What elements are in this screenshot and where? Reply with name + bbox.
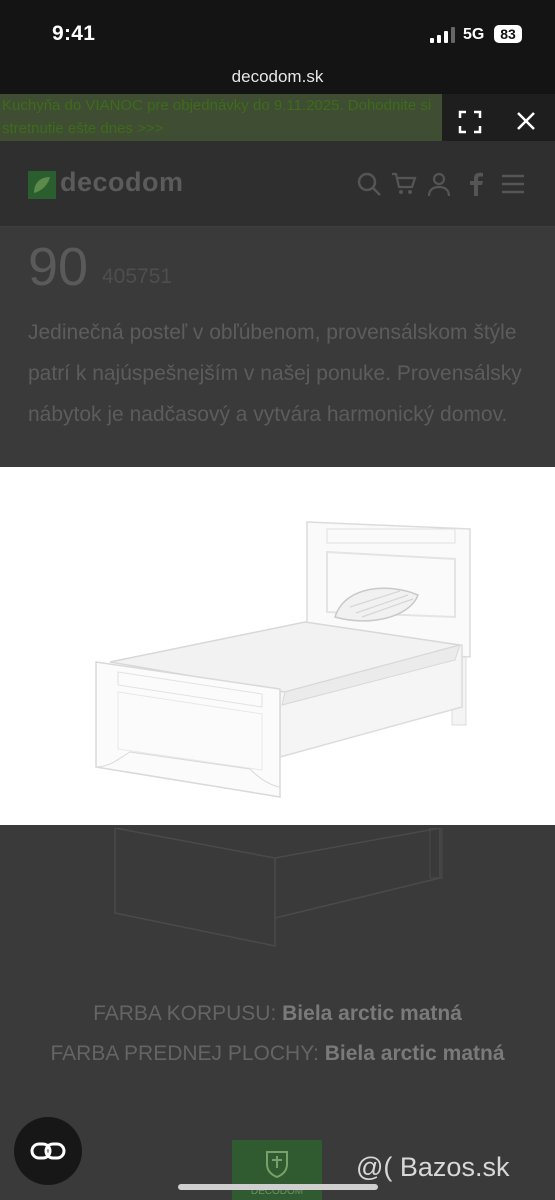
body-color-label: FARBA KORPUSU: [93, 1002, 277, 1025]
expand-icon[interactable] [458, 110, 482, 134]
product-id: 405751 [102, 265, 173, 288]
link-icon [30, 1142, 66, 1160]
shield-icon [266, 1151, 288, 1178]
bed-illustration [95, 521, 471, 798]
front-color-label: FARBA PREDNEJ PLOCHY: [50, 1042, 319, 1065]
product-image[interactable] [0, 467, 555, 825]
battery-icon: 83 [494, 25, 522, 43]
facebook-icon[interactable] [463, 171, 489, 197]
product-description: Jedinečná posteľ v obľúbenom, provensáls… [28, 321, 522, 426]
front-color-value: Biela arctic matná [324, 1042, 505, 1065]
body-color-value: Biela arctic matná [282, 1002, 462, 1025]
search-icon[interactable] [356, 171, 382, 197]
status-bar: 9:41 5G 83 [0, 0, 555, 60]
menu-icon[interactable] [500, 171, 526, 197]
watermark: @( Bazos.sk [356, 1152, 510, 1182]
dimmed-bed-image [114, 828, 443, 947]
user-icon[interactable] [426, 171, 452, 197]
attribute-front-color: FARBA PREDNEJ PLOCHY: Biela arctic matná [0, 1034, 555, 1074]
decodom-badge: DECODOM [232, 1140, 322, 1200]
logo-text[interactable]: decodom [60, 167, 184, 198]
attribute-body-color: FARBA KORPUSU: Biela arctic matná [0, 994, 555, 1034]
url-bar[interactable]: decodom.sk [0, 60, 555, 94]
chat-button[interactable] [14, 1117, 82, 1185]
product-code: 90 [28, 237, 89, 297]
home-indicator[interactable] [178, 1184, 378, 1190]
cart-icon[interactable] [391, 171, 417, 197]
logo-mark[interactable] [28, 171, 56, 199]
network-label: 5G [463, 26, 485, 43]
signal-icon [430, 27, 455, 43]
close-icon[interactable] [515, 110, 537, 132]
site-header: decodom [0, 141, 555, 227]
promo-text: Kuchyňa do VIANOC pre objednávky do 9.11… [2, 97, 432, 137]
status-time: 9:41 [52, 22, 96, 45]
